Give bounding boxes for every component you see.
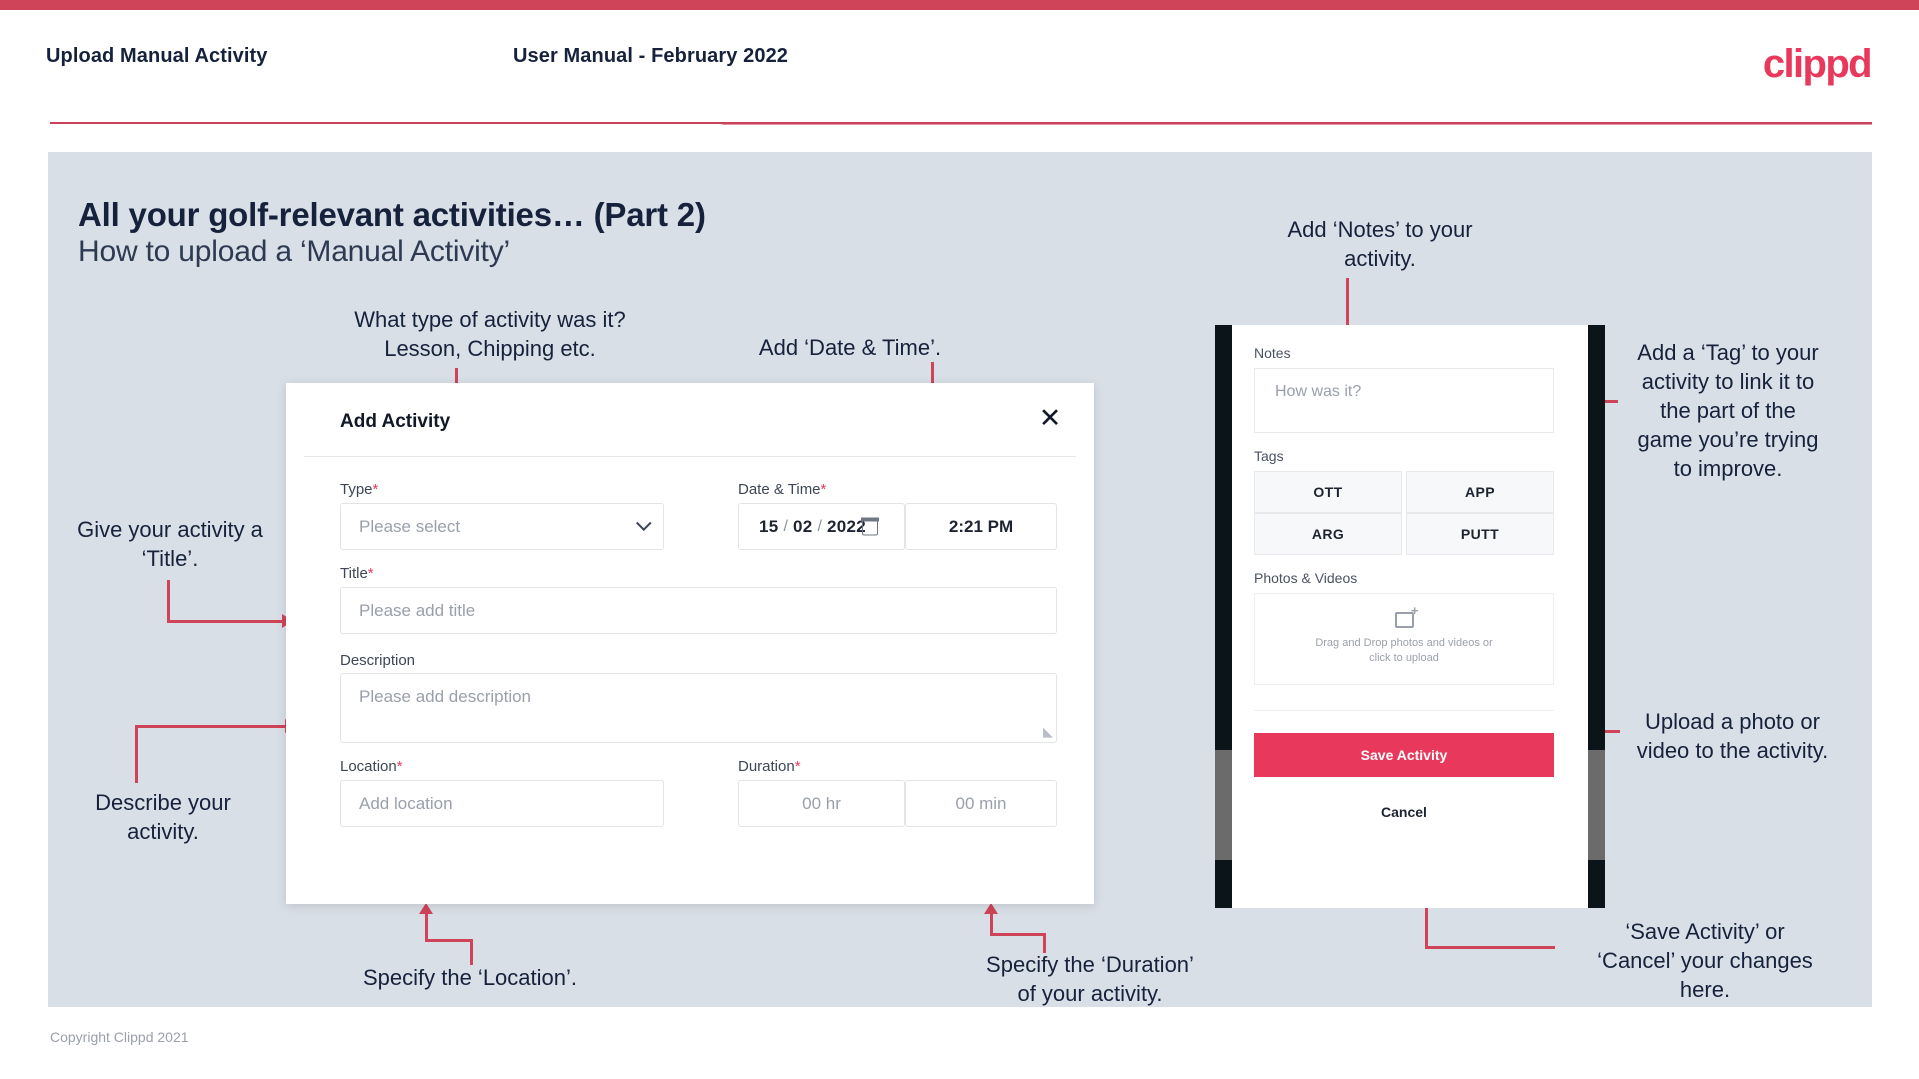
connector-loc-arrow <box>419 903 433 914</box>
type-required: * <box>372 481 379 498</box>
tag-arg[interactable]: ARG <box>1254 513 1402 555</box>
notes-label: Notes <box>1254 345 1291 361</box>
annotation-datetime: Add ‘Date & Time’. <box>758 335 942 360</box>
tag-ott-label: OTT <box>1313 484 1343 500</box>
cancel-label: Cancel <box>1381 804 1427 820</box>
connector-title-v <box>167 580 170 623</box>
duration-label: Duration* <box>738 758 801 775</box>
title-label: Title* <box>340 565 374 582</box>
slide-subheading: How to upload a ‘Manual Activity’ <box>78 235 510 268</box>
annotation-type: What type of activity was it? Lesson, Ch… <box>354 307 626 361</box>
tag-ott[interactable]: OTT <box>1254 471 1402 513</box>
description-textarea[interactable]: Please add description ◢ <box>340 673 1057 743</box>
connector-loc-h <box>425 939 473 942</box>
duration-minutes-input[interactable]: 00 min <box>905 780 1057 827</box>
slide-canvas: Upload Manual Activity User Manual - Feb… <box>0 0 1919 1079</box>
phone-bezel-left-bottom <box>1215 860 1232 908</box>
connector-dur-v1 <box>1043 935 1046 953</box>
annotation-duration: Specify the ‘Duration’ of your activity. <box>986 952 1194 1006</box>
date-sep-1: / <box>783 517 788 535</box>
annotation-notes: Add ‘Notes’ to your activity. <box>1287 217 1473 271</box>
connector-desc-h <box>135 725 288 728</box>
phone-screen: Notes How was it? Tags OTT APP ARG PUTT … <box>1232 325 1588 908</box>
connector-desc-v <box>135 725 138 783</box>
tag-putt-label: PUTT <box>1460 526 1500 542</box>
title-placeholder: Please add title <box>359 600 476 620</box>
phone-volume-button-right <box>1588 750 1605 860</box>
phone-volume-button-left <box>1215 750 1232 860</box>
dropzone-line-1: Drag and Drop photos and videos or <box>1315 637 1493 649</box>
tag-app-label: APP <box>1465 484 1495 500</box>
slide-heading: All your golf-relevant activities… (Part… <box>78 196 706 233</box>
date-day: 15 <box>759 516 779 536</box>
description-label: Description <box>340 652 416 669</box>
tag-putt[interactable]: PUTT <box>1406 513 1554 555</box>
page-subtitle: User Manual - February 2022 <box>513 45 789 67</box>
resize-handle-icon[interactable]: ◢ <box>1043 724 1053 740</box>
location-required: * <box>396 758 403 775</box>
clippd-logo: clippd <box>1762 42 1873 86</box>
type-label: Type* <box>340 481 379 498</box>
datetime-required: * <box>820 481 827 498</box>
photos-dropzone[interactable]: Drag and Drop photos and videos or click… <box>1254 593 1554 685</box>
phone-divider <box>1254 710 1554 711</box>
date-month: 02 <box>792 516 813 536</box>
location-label: Location* <box>340 758 403 775</box>
cancel-button[interactable]: Cancel <box>1254 804 1554 820</box>
time-value: 2:21 PM <box>948 516 1014 536</box>
duration-hours-input[interactable]: 00 hr <box>738 780 905 827</box>
notes-input[interactable]: How was it? <box>1254 368 1554 433</box>
add-image-icon <box>1394 603 1418 628</box>
description-placeholder: Please add description <box>359 687 532 706</box>
duration-hours-placeholder: 00 hr <box>802 793 841 813</box>
title-required: * <box>367 565 374 582</box>
title-input[interactable]: Please add title <box>340 587 1057 634</box>
connector-save-h <box>1425 946 1555 949</box>
time-input[interactable]: 2:21 PM <box>905 503 1057 550</box>
annotation-title: Give your activity a ‘Title’. <box>77 517 263 571</box>
save-activity-label: Save Activity <box>1360 747 1448 763</box>
tags-label: Tags <box>1254 448 1284 464</box>
date-sep-2: / <box>817 517 822 535</box>
top-accent-bar <box>0 0 1919 10</box>
phone-bezel-right-bottom <box>1588 860 1605 908</box>
connector-loc-v2 <box>425 912 428 940</box>
annotation-description: Describe your activity. <box>95 790 231 844</box>
connector-loc-v1 <box>470 942 473 965</box>
connector-title-h <box>167 620 285 623</box>
tag-app[interactable]: APP <box>1406 471 1554 513</box>
datetime-label: Date & Time* <box>738 481 827 498</box>
annotation-tags: Add a ‘Tag’ to your activity to link it … <box>1637 340 1819 481</box>
chevron-down-icon <box>635 514 652 531</box>
connector-dur-arrow <box>984 903 998 914</box>
connector-dur-h <box>990 933 1046 936</box>
page-title: Upload Manual Activity <box>46 45 268 67</box>
dialog-title: Add Activity <box>340 411 451 432</box>
add-activity-dialog: Add Activity ✕ Type* Please select Date … <box>286 383 1094 904</box>
date-input[interactable]: 15 / 02 / 2022 <box>738 503 905 550</box>
type-select[interactable]: Please select <box>340 503 664 550</box>
dropzone-line-2: click to upload <box>1369 652 1439 664</box>
header-divider-light <box>722 124 1872 125</box>
calendar-icon[interactable] <box>861 517 879 535</box>
location-placeholder: Add location <box>359 793 453 813</box>
duration-required: * <box>794 758 801 775</box>
annotation-location: Specify the ‘Location’. <box>362 965 578 990</box>
phone-mockup: Notes How was it? Tags OTT APP ARG PUTT … <box>1215 325 1605 908</box>
connector-dur-v2 <box>990 912 993 935</box>
location-input[interactable]: Add location <box>340 780 664 827</box>
annotation-photos: Upload a photo or video to the activity. <box>1636 709 1829 763</box>
date-year: 2022 <box>826 516 866 536</box>
copyright-text: Copyright Clippd 2021 <box>50 1029 189 1045</box>
annotation-save: ‘Save Activity’ or ‘Cancel’ your changes… <box>1597 919 1813 1002</box>
dialog-divider <box>304 456 1076 457</box>
photos-label: Photos & Videos <box>1254 570 1358 586</box>
type-placeholder: Please select <box>359 516 461 536</box>
duration-minutes-placeholder: 00 min <box>955 793 1007 813</box>
close-icon[interactable]: ✕ <box>1034 403 1066 435</box>
save-activity-button[interactable]: Save Activity <box>1254 733 1554 777</box>
notes-placeholder: How was it? <box>1275 383 1362 400</box>
tag-arg-label: ARG <box>1311 526 1345 542</box>
